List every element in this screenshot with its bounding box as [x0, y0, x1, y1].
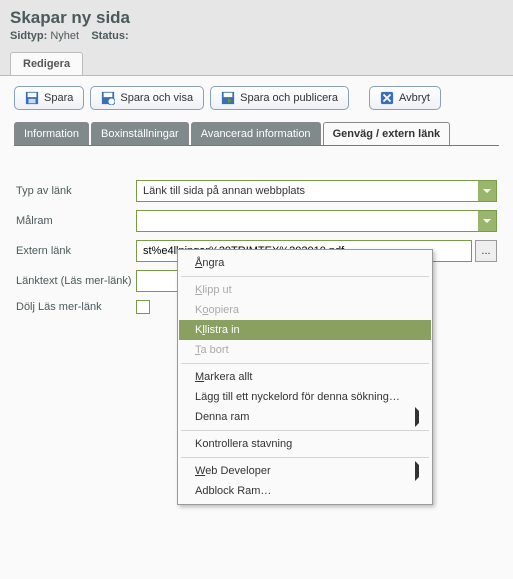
- toolbar: Spara Spara och visa Spara och publicera…: [0, 76, 513, 120]
- separator: [181, 363, 429, 364]
- ctx-copy: Koopiera: [179, 300, 431, 320]
- save-view-button[interactable]: Spara och visa: [90, 86, 204, 110]
- tab-redigera[interactable]: Redigera: [10, 52, 83, 75]
- separator: [181, 457, 429, 458]
- malram-select[interactable]: [136, 210, 497, 232]
- page-title: Skapar ny sida: [10, 8, 503, 28]
- save-publish-button[interactable]: Spara och publicera: [210, 86, 349, 110]
- lanktext-label: Länktext (Läs mer-länk): [16, 275, 136, 287]
- typ-select[interactable]: Länk till sida på annan webbplats: [136, 180, 497, 202]
- page-header: Skapar ny sida Sidtyp: Nyhet Status:: [0, 0, 513, 46]
- ctx-addkeyword[interactable]: Lägg till ett nyckelord för denna söknin…: [179, 387, 431, 407]
- extern-label: Extern länk: [16, 245, 136, 257]
- malram-label: Målram: [16, 215, 136, 227]
- save-icon: [25, 91, 39, 105]
- submenu-arrow-icon: [415, 411, 423, 423]
- main-tabbar: Redigera: [10, 52, 513, 75]
- save-button[interactable]: Spara: [14, 86, 84, 110]
- chevron-down-icon: [478, 211, 496, 231]
- ctx-spellcheck[interactable]: Kontrollera stavning: [179, 434, 431, 454]
- ctx-webdeveloper[interactable]: Web Developer: [179, 461, 431, 481]
- submenu-arrow-icon: [415, 465, 423, 477]
- tab-avancerad[interactable]: Avancerad information: [191, 122, 321, 145]
- tab-genvag[interactable]: Genväg / extern länk: [323, 122, 451, 145]
- tab-boxinstallningar[interactable]: Boxinställningar: [91, 122, 189, 145]
- context-menu: Ångra Klipp ut Koopiera Kllistra in Ta b…: [177, 249, 433, 505]
- tab-information[interactable]: Information: [14, 122, 89, 145]
- cancel-icon: [380, 91, 394, 105]
- separator: [181, 430, 429, 431]
- subtab-bar: Information Boxinställningar Avancerad i…: [14, 122, 513, 145]
- dolj-label: Dölj Läs mer-länk: [16, 301, 136, 313]
- ctx-cut: Klipp ut: [179, 280, 431, 300]
- page-meta: Sidtyp: Nyhet Status:: [10, 30, 503, 42]
- browse-button[interactable]: ...: [475, 240, 497, 262]
- typ-label: Typ av länk: [16, 185, 136, 197]
- ctx-undo[interactable]: Ångra: [179, 253, 431, 273]
- chevron-down-icon: [478, 181, 496, 201]
- ctx-adblock[interactable]: Adblock Ram…: [179, 481, 431, 501]
- ctx-paste[interactable]: Kllistra in: [179, 320, 431, 340]
- save-publish-icon: [221, 91, 235, 105]
- dolj-checkbox[interactable]: [136, 300, 150, 314]
- cancel-button[interactable]: Avbryt: [369, 86, 441, 110]
- ctx-selectall[interactable]: Markera allt: [179, 367, 431, 387]
- ctx-delete: Ta bort: [179, 340, 431, 360]
- save-view-icon: [101, 91, 115, 105]
- separator: [181, 276, 429, 277]
- ctx-frame[interactable]: Denna ram: [179, 407, 431, 427]
